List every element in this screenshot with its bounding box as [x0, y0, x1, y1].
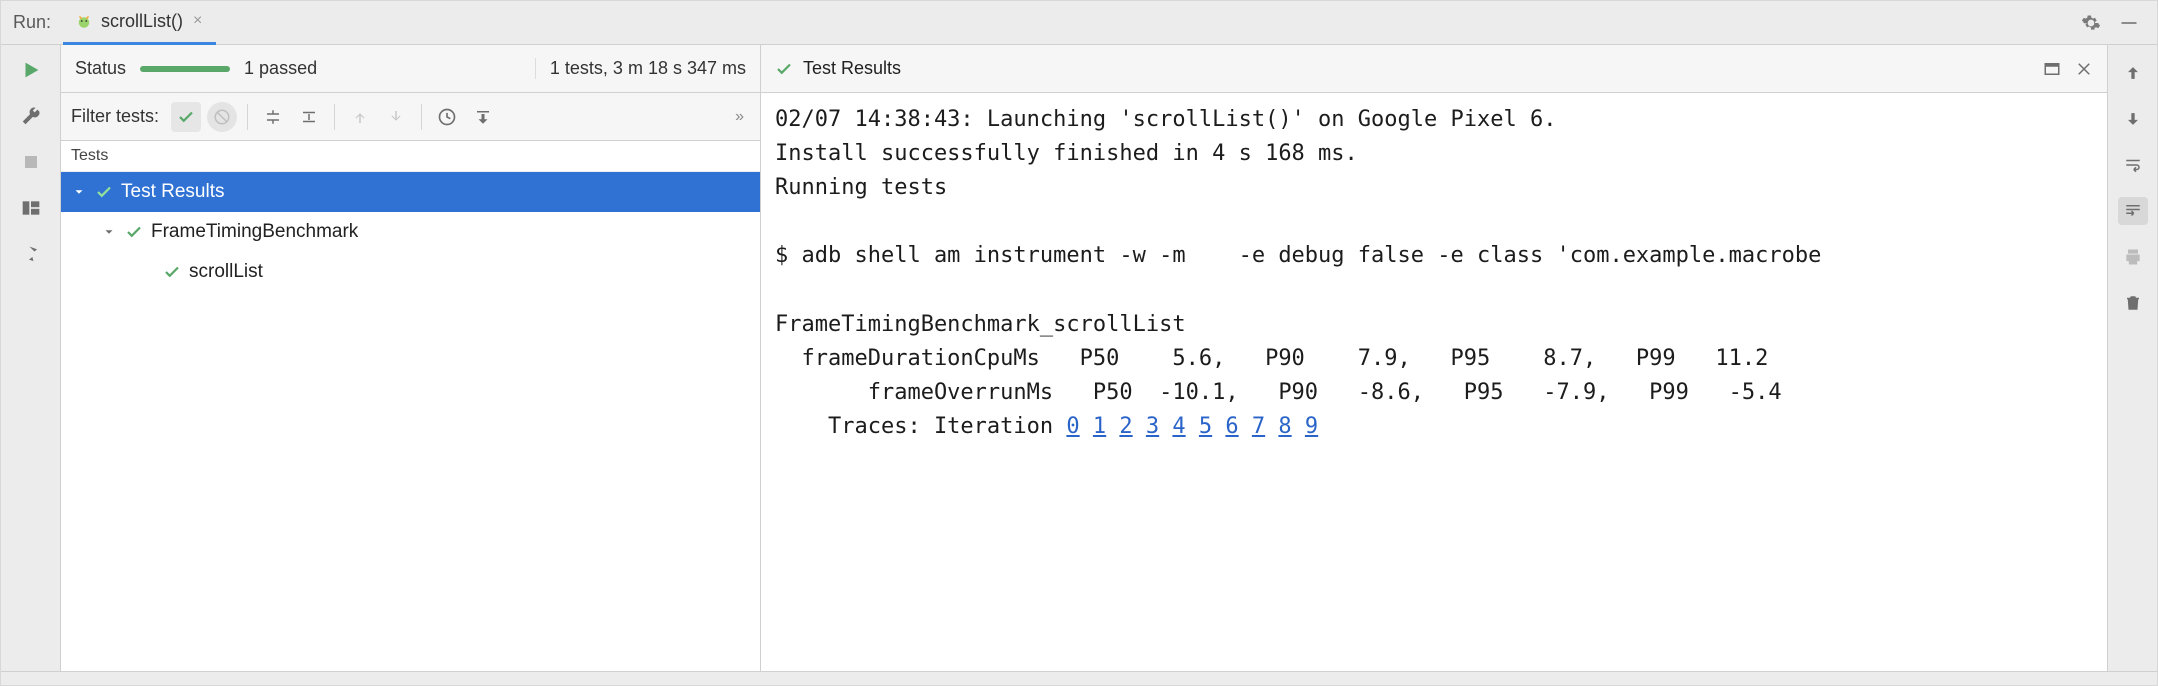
test-tree[interactable]: Test Results FrameTimingBenchmark scroll… [61, 172, 760, 671]
window-icon[interactable] [2043, 60, 2061, 78]
trash-icon[interactable] [2118, 289, 2148, 317]
scroll-up-icon[interactable] [2118, 59, 2148, 87]
trace-link-1[interactable]: 1 [1093, 414, 1106, 439]
scroll-down-icon[interactable] [2118, 105, 2148, 133]
close-icon[interactable] [2075, 60, 2093, 78]
test-tree-panel: Status 1 passed 1 tests, 3 m 18 s 347 ms… [61, 45, 761, 671]
trace-link-5[interactable]: 5 [1199, 414, 1212, 439]
trace-link-3[interactable]: 3 [1146, 414, 1159, 439]
next-failed-icon[interactable] [381, 102, 411, 132]
layout-icon[interactable] [18, 195, 44, 221]
android-test-icon [75, 12, 93, 30]
tree-node-label: Test Results [121, 181, 224, 203]
tree-header: Tests [61, 141, 760, 172]
progress-bar [140, 66, 230, 72]
status-label: Status [75, 58, 126, 79]
more-icon[interactable]: » [729, 108, 750, 126]
run-tab-scrolllist[interactable]: scrollList() × [63, 1, 216, 45]
rerun-icon[interactable] [18, 57, 44, 83]
wrench-icon[interactable] [18, 103, 44, 129]
run-tab-bar: Run: scrollList() × [1, 1, 2157, 45]
tree-node-root[interactable]: Test Results [61, 172, 760, 212]
prev-failed-icon[interactable] [345, 102, 375, 132]
tree-node-label: FrameTimingBenchmark [151, 221, 358, 243]
check-icon [163, 263, 181, 281]
minimize-icon[interactable] [2119, 13, 2139, 33]
tree-node-suite[interactable]: FrameTimingBenchmark [61, 212, 760, 252]
console-rail [2107, 45, 2157, 671]
console-panel: Test Results 02/07 14:38:43: Launching '… [761, 45, 2157, 671]
stop-icon[interactable] [18, 149, 44, 175]
tab-title: scrollList() [101, 11, 183, 32]
trace-link-6[interactable]: 6 [1225, 414, 1238, 439]
bottom-bar [1, 671, 2157, 685]
console-header: Test Results [761, 45, 2107, 93]
import-icon[interactable] [468, 102, 498, 132]
test-summary: 1 tests, 3 m 18 s 347 ms [535, 58, 746, 79]
trace-link-7[interactable]: 7 [1252, 414, 1265, 439]
run-gutter [1, 45, 61, 671]
tree-node-test[interactable]: scrollList [61, 252, 760, 292]
chevron-down-icon[interactable] [71, 185, 87, 199]
filter-label: Filter tests: [71, 106, 159, 127]
filter-toolbar: Filter tests: » [61, 93, 760, 141]
check-icon [125, 223, 143, 241]
passed-count: 1 passed [244, 58, 317, 79]
close-tab-icon[interactable]: × [191, 12, 204, 30]
print-icon[interactable] [2118, 243, 2148, 271]
scroll-to-end-icon[interactable] [2118, 197, 2148, 225]
trace-link-9[interactable]: 9 [1305, 414, 1318, 439]
soft-wrap-icon[interactable] [2118, 151, 2148, 179]
run-label: Run: [9, 12, 63, 33]
status-bar: Status 1 passed 1 tests, 3 m 18 s 347 ms [61, 45, 760, 93]
pin-icon[interactable] [18, 241, 44, 267]
trace-link-8[interactable]: 8 [1278, 414, 1291, 439]
show-ignored-icon[interactable] [207, 102, 237, 132]
chevron-down-icon[interactable] [101, 225, 117, 239]
trace-link-2[interactable]: 2 [1119, 414, 1132, 439]
gear-icon[interactable] [2081, 13, 2101, 33]
check-icon [95, 183, 113, 201]
console-output[interactable]: 02/07 14:38:43: Launching 'scrollList()'… [761, 93, 2107, 671]
console-title: Test Results [803, 58, 901, 79]
trace-link-0[interactable]: 0 [1066, 414, 1079, 439]
check-icon [775, 60, 793, 78]
trace-link-4[interactable]: 4 [1172, 414, 1185, 439]
show-passed-icon[interactable] [171, 102, 201, 132]
history-icon[interactable] [432, 102, 462, 132]
collapse-all-icon[interactable] [294, 102, 324, 132]
expand-all-icon[interactable] [258, 102, 288, 132]
tree-node-label: scrollList [189, 261, 263, 283]
